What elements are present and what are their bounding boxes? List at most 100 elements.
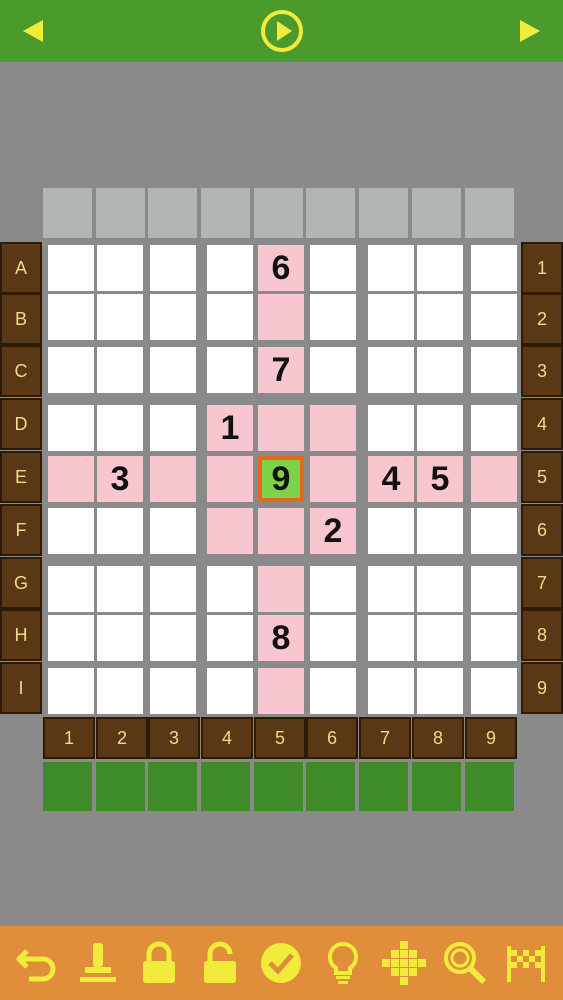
- finish-button[interactable]: [499, 936, 553, 990]
- cell-B7[interactable]: [368, 294, 414, 340]
- cell-F3[interactable]: [150, 508, 196, 554]
- cell-E2[interactable]: 3: [97, 456, 143, 502]
- cell-E3[interactable]: [150, 456, 196, 502]
- cell-F6[interactable]: 2: [310, 508, 356, 554]
- cell-B2[interactable]: [97, 294, 143, 340]
- cell-C6[interactable]: [310, 347, 356, 393]
- cell-C8[interactable]: [417, 347, 463, 393]
- lock-button[interactable]: [132, 936, 186, 990]
- cell-I9[interactable]: [471, 668, 517, 714]
- cell-C9[interactable]: [471, 347, 517, 393]
- cell-H1[interactable]: [48, 615, 94, 661]
- cell-G5[interactable]: [258, 566, 304, 612]
- hint-button[interactable]: [316, 936, 370, 990]
- cell-I5[interactable]: [258, 668, 304, 714]
- cell-G8[interactable]: [417, 566, 463, 612]
- cell-D8[interactable]: [417, 405, 463, 451]
- check-button[interactable]: [254, 936, 308, 990]
- cell-C3[interactable]: [150, 347, 196, 393]
- cell-A9[interactable]: [471, 245, 517, 291]
- cell-C1[interactable]: [48, 347, 94, 393]
- cell-A2[interactable]: [97, 245, 143, 291]
- play-button[interactable]: [258, 0, 306, 62]
- cell-B8[interactable]: [417, 294, 463, 340]
- cell-A4[interactable]: [207, 245, 253, 291]
- cell-G7[interactable]: [368, 566, 414, 612]
- cell-H6[interactable]: [310, 615, 356, 661]
- cell-H7[interactable]: [368, 615, 414, 661]
- cell-H9[interactable]: [471, 615, 517, 661]
- cell-H3[interactable]: [150, 615, 196, 661]
- cell-D9[interactable]: [471, 405, 517, 451]
- cell-A5[interactable]: 6: [258, 245, 304, 291]
- cell-H8[interactable]: [417, 615, 463, 661]
- cell-E5[interactable]: 9: [258, 456, 304, 502]
- cell-B3[interactable]: [150, 294, 196, 340]
- cell-A6[interactable]: [310, 245, 356, 291]
- cell-B4[interactable]: [207, 294, 253, 340]
- cell-C2[interactable]: [97, 347, 143, 393]
- cell-D3[interactable]: [150, 405, 196, 451]
- cell-E6[interactable]: [310, 456, 356, 502]
- cell-I3[interactable]: [150, 668, 196, 714]
- cell-G6[interactable]: [310, 566, 356, 612]
- cell-I7[interactable]: [368, 668, 414, 714]
- cell-F9[interactable]: [471, 508, 517, 554]
- cell-D4[interactable]: 1: [207, 405, 253, 451]
- cell-E1[interactable]: [48, 456, 94, 502]
- cell-G1[interactable]: [48, 566, 94, 612]
- cell-E8[interactable]: 5: [417, 456, 463, 502]
- stamp-button[interactable]: [71, 936, 125, 990]
- cell-F1[interactable]: [48, 508, 94, 554]
- cell-H5[interactable]: 8: [258, 615, 304, 661]
- cell-B9[interactable]: [471, 294, 517, 340]
- gray-strip-cell: [359, 188, 408, 238]
- search-button[interactable]: [438, 936, 492, 990]
- cell-E7[interactable]: 4: [368, 456, 414, 502]
- cell-E4[interactable]: [207, 456, 253, 502]
- row-label-F: F: [0, 504, 42, 556]
- cell-B6[interactable]: [310, 294, 356, 340]
- cell-F7[interactable]: [368, 508, 414, 554]
- cell-F8[interactable]: [417, 508, 463, 554]
- arrow-left-icon: [23, 20, 43, 42]
- column-label-6: 6: [306, 717, 358, 759]
- cell-I4[interactable]: [207, 668, 253, 714]
- cell-I6[interactable]: [310, 668, 356, 714]
- cell-B1[interactable]: [48, 294, 94, 340]
- column-label-3: 3: [148, 717, 200, 759]
- cell-D7[interactable]: [368, 405, 414, 451]
- undo-button[interactable]: [10, 936, 64, 990]
- cell-A8[interactable]: [417, 245, 463, 291]
- previous-button[interactable]: [12, 0, 56, 62]
- cell-H4[interactable]: [207, 615, 253, 661]
- cell-G3[interactable]: [150, 566, 196, 612]
- cell-C4[interactable]: [207, 347, 253, 393]
- cell-A7[interactable]: [368, 245, 414, 291]
- cell-D1[interactable]: [48, 405, 94, 451]
- cell-G4[interactable]: [207, 566, 253, 612]
- cell-H2[interactable]: [97, 615, 143, 661]
- cell-D6[interactable]: [310, 405, 356, 451]
- cell-B5[interactable]: [258, 294, 304, 340]
- magnifier-icon: [444, 942, 487, 985]
- cell-I8[interactable]: [417, 668, 463, 714]
- cell-G9[interactable]: [471, 566, 517, 612]
- cell-E9[interactable]: [471, 456, 517, 502]
- next-button[interactable]: [507, 0, 551, 62]
- cell-A1[interactable]: [48, 245, 94, 291]
- cell-F2[interactable]: [97, 508, 143, 554]
- cell-C7[interactable]: [368, 347, 414, 393]
- arrow-right-icon: [520, 20, 540, 42]
- cell-I1[interactable]: [48, 668, 94, 714]
- cell-A3[interactable]: [150, 245, 196, 291]
- cross-pattern-button[interactable]: [377, 936, 431, 990]
- cell-I2[interactable]: [97, 668, 143, 714]
- cell-F4[interactable]: [207, 508, 253, 554]
- cell-G2[interactable]: [97, 566, 143, 612]
- unlock-button[interactable]: [193, 936, 247, 990]
- cell-F5[interactable]: [258, 508, 304, 554]
- cell-C5[interactable]: 7: [258, 347, 304, 393]
- cell-D5[interactable]: [258, 405, 304, 451]
- cell-D2[interactable]: [97, 405, 143, 451]
